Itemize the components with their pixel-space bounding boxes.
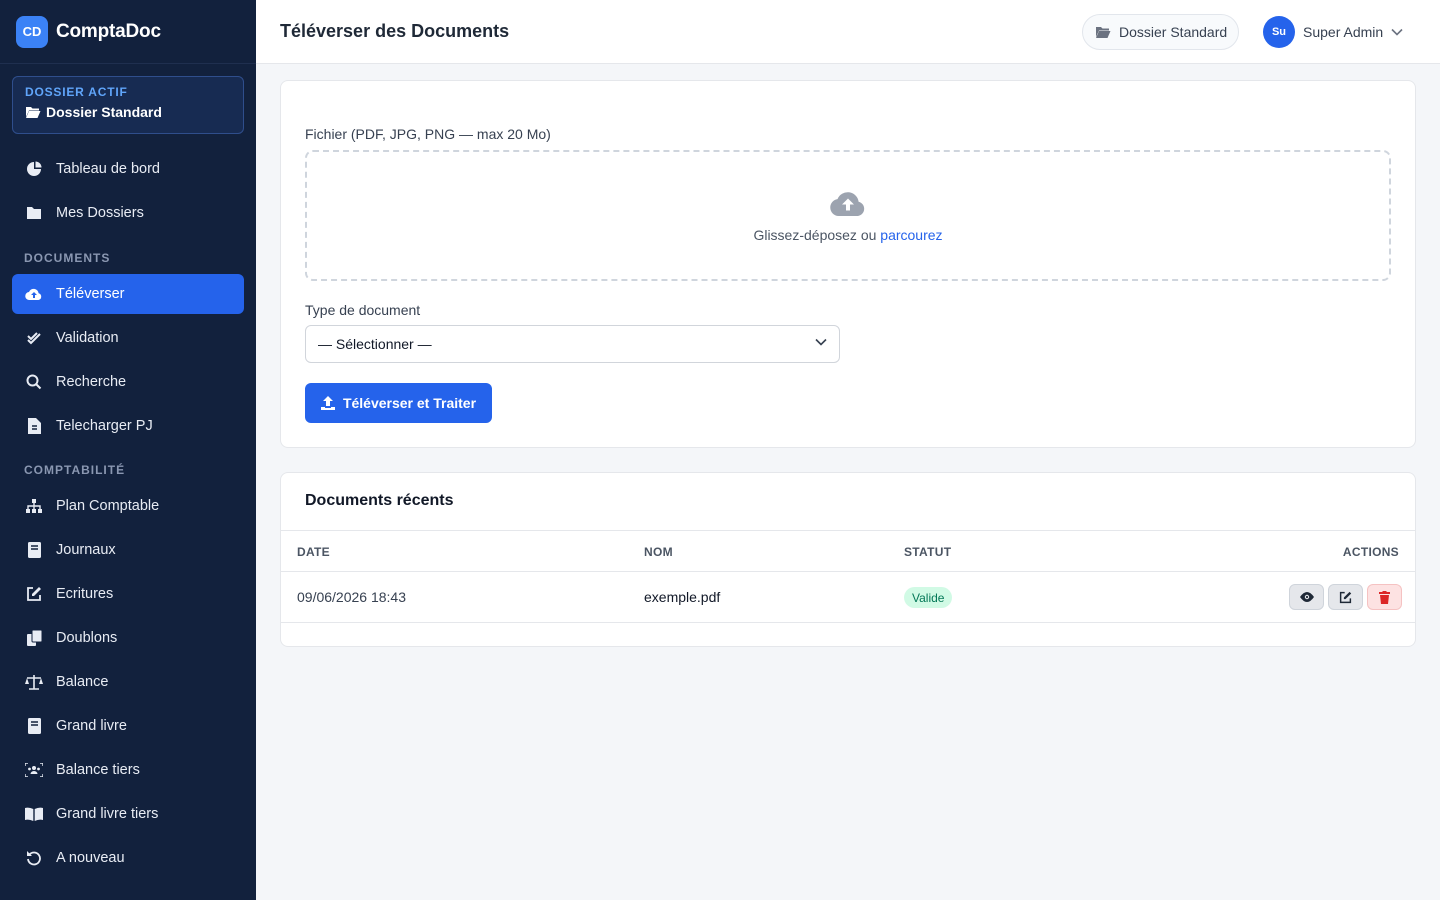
sidebar-item-label: Telecharger PJ: [56, 418, 153, 434]
recent-documents-title: Documents récents: [305, 492, 454, 509]
column-header-statut: STATUT: [904, 545, 952, 559]
table-row: 09/06/2026 18:43 exemple.pdf Valide: [281, 572, 1415, 623]
sidebar-item-label: Tableau de bord: [56, 161, 160, 177]
sidebar-item-validation[interactable]: Validation: [12, 318, 244, 358]
eye-icon: [1299, 592, 1314, 602]
cell-date: 09/06/2026 18:43: [297, 589, 406, 605]
sidebar-item-a-nouveau[interactable]: A nouveau: [12, 838, 244, 878]
folder-icon: [25, 204, 43, 222]
sidebar-item-televerser[interactable]: Téléverser: [12, 274, 244, 314]
sidebar-item-label: Téléverser: [56, 286, 125, 302]
brand-logo: CD: [16, 15, 48, 48]
document-type-select[interactable]: — Sélectionner —: [305, 325, 840, 363]
sidebar: CD ComptaDoc DOSSIER ACTIF Dossier Stand…: [0, 0, 256, 900]
chevron-down-icon: [1391, 28, 1403, 36]
book-icon: [25, 541, 43, 559]
edit-icon: [1339, 591, 1352, 603]
upload-submit-label: Téléverser et Traiter: [342, 395, 477, 411]
sidebar-item-label: Balance: [56, 674, 109, 690]
upload-icon: [320, 396, 335, 410]
avatar: Su: [1263, 16, 1295, 48]
column-header-actions: ACTIONS: [1342, 545, 1399, 559]
sidebar-item-balance[interactable]: Balance: [12, 662, 244, 702]
status-badge: Valide: [904, 587, 953, 608]
document-type-value: — Sélectionner —: [318, 336, 432, 352]
sitemap-icon: [25, 497, 43, 515]
active-folder-value-row: Dossier Standard: [25, 104, 231, 120]
sidebar-item-label: Doublons: [56, 630, 118, 646]
column-header-date: DATE: [297, 545, 330, 559]
sidebar-item-grand-livre-tiers[interactable]: Grand livre tiers: [12, 794, 244, 834]
book-icon: [25, 717, 43, 735]
sidebar-item-label: Grand livre: [56, 718, 127, 734]
sidebar-item-journaux[interactable]: Journaux: [12, 530, 244, 570]
active-folder-value: Dossier Standard: [46, 104, 162, 120]
column-header-nom: NOM: [644, 545, 673, 559]
copy-icon: [25, 629, 43, 647]
upload-submit-button[interactable]: Téléverser et Traiter: [305, 383, 492, 423]
file-field-label: Fichier (PDF, JPG, PNG — max 20 Mo): [305, 126, 551, 142]
folder-open-icon: [26, 107, 41, 118]
active-folder-label: DOSSIER ACTIF: [25, 85, 128, 99]
sidebar-item-label: Journaux: [56, 542, 116, 558]
brand-name: ComptaDoc: [56, 20, 161, 42]
document-type-label: Type de document: [305, 302, 421, 318]
dropzone-text-row: Glissez-déposez ou parcourez: [753, 227, 942, 243]
sidebar-item-label: Recherche: [56, 374, 127, 390]
sidebar-item-balance-tiers[interactable]: Balance tiers: [12, 750, 244, 790]
table-header: DATE NOM STATUT ACTIONS: [281, 530, 1415, 572]
topbar: Téléverser des Documents Dossier Standar…: [256, 0, 1440, 64]
active-folder-box[interactable]: DOSSIER ACTIF Dossier Standard: [12, 76, 244, 134]
delete-button[interactable]: [1367, 584, 1402, 610]
sidebar-item-label: Balance tiers: [56, 762, 140, 778]
file-dropzone[interactable]: Glissez-déposez ou parcourez: [305, 150, 1391, 281]
folder-chip-label: Dossier Standard: [1119, 24, 1228, 40]
pie-chart-icon: [25, 160, 43, 178]
sidebar-item-label: Mes Dossiers: [56, 205, 144, 221]
sidebar-item-label: Plan Comptable: [56, 498, 160, 514]
sidebar-item-label: Grand livre tiers: [56, 806, 159, 822]
sidebar-item-recherche[interactable]: Recherche: [12, 362, 244, 402]
page-title: Téléverser des Documents: [280, 21, 510, 41]
cloud-upload-icon: [25, 285, 43, 303]
sidebar-item-plan-comptable[interactable]: Plan Comptable: [12, 486, 244, 526]
browse-link[interactable]: parcourez: [880, 227, 942, 243]
sidebar-item-label: A nouveau: [56, 850, 125, 866]
scale-icon: [25, 673, 43, 691]
sidebar-item-telecharger-pj[interactable]: Telecharger PJ: [12, 406, 244, 446]
search-icon: [25, 373, 43, 391]
nav-section-comptabilite: COMPTABILITÉ: [24, 463, 126, 477]
brand[interactable]: CD ComptaDoc: [0, 0, 256, 64]
cloud-upload-icon: [830, 191, 865, 216]
recent-documents-card: Documents récents DATE NOM STATUT ACTION…: [280, 472, 1416, 647]
trash-icon: [1379, 590, 1390, 604]
sidebar-item-grand-livre[interactable]: Grand livre: [12, 706, 244, 746]
users-icon: [25, 761, 43, 779]
file-icon: [25, 417, 43, 435]
sidebar-item-tableau-de-bord[interactable]: Tableau de bord: [12, 149, 244, 189]
undo-icon: [25, 849, 43, 867]
double-check-icon: [25, 329, 43, 347]
edit-button[interactable]: [1328, 584, 1363, 610]
cell-name: exemple.pdf: [644, 589, 721, 605]
dropzone-text: Glissez-déposez ou: [753, 226, 877, 243]
view-button[interactable]: [1289, 584, 1324, 610]
edit-icon: [25, 585, 43, 603]
folder-switcher-button[interactable]: Dossier Standard: [1082, 14, 1239, 50]
sidebar-item-doublons[interactable]: Doublons: [12, 618, 244, 658]
sidebar-item-mes-dossiers[interactable]: Mes Dossiers: [12, 193, 244, 233]
upload-card: Fichier (PDF, JPG, PNG — max 20 Mo) Glis…: [280, 80, 1416, 448]
sidebar-item-label: Ecritures: [56, 586, 114, 602]
sidebar-item-label: Validation: [56, 330, 119, 346]
nav-section-documents: DOCUMENTS: [24, 251, 111, 265]
folder-open-icon: [1096, 26, 1111, 38]
open-book-icon: [25, 805, 43, 823]
chevron-down-icon: [815, 338, 827, 346]
sidebar-item-ecritures[interactable]: Ecritures: [12, 574, 244, 614]
user-menu[interactable]: Su Super Admin: [1263, 16, 1403, 48]
user-name: Super Admin: [1303, 24, 1384, 40]
